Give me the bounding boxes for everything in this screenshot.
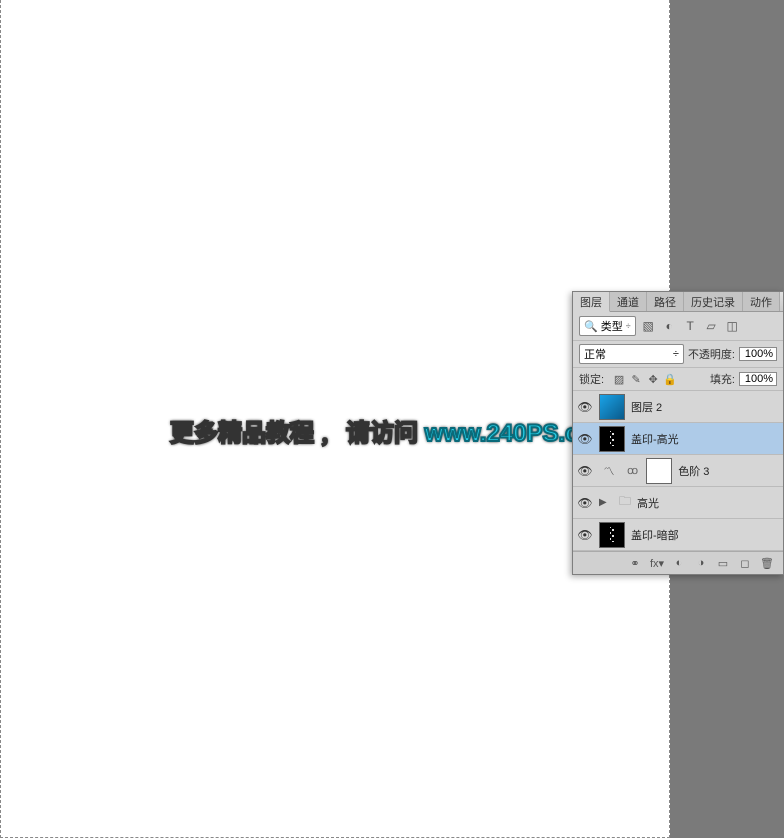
opacity-label: 不透明度: (688, 346, 735, 362)
new-layer-button[interactable]: ◻ (735, 555, 755, 571)
expand-group-icon[interactable]: ▶ (599, 497, 611, 508)
levels-adjustment-icon: 〽 (599, 461, 619, 481)
layers-panel: 图层 通道 路径 历史记录 动作 🔍 类型 ÷ ▧ ◐ T ▱ ◫ 正常 ÷ 不… (572, 291, 784, 575)
layer-group-row[interactable]: 👁 ▶ 🗀 高光 (573, 487, 783, 519)
filter-shape-icon[interactable]: ▱ (703, 318, 720, 335)
layer-name[interactable]: 盖印-暗部 (631, 527, 679, 543)
visibility-toggle[interactable]: 👁 (577, 464, 593, 478)
lock-position-icon[interactable]: ✥ (646, 372, 660, 386)
visibility-toggle[interactable]: 👁 (577, 528, 593, 542)
chevron-down-icon: ÷ (626, 321, 631, 331)
visibility-toggle[interactable]: 👁 (577, 432, 593, 446)
new-adjustment-button[interactable]: ◑ (691, 555, 711, 571)
chevron-down-icon: ÷ (673, 348, 679, 360)
layer-row[interactable]: 👁 图层 2 (573, 391, 783, 423)
filter-adjustment-icon[interactable]: ◐ (661, 318, 678, 335)
lock-pixels-icon[interactable]: ✎ (629, 372, 643, 386)
filter-pixel-icon[interactable]: ▧ (640, 318, 657, 335)
panel-tabs: 图层 通道 路径 历史记录 动作 (573, 292, 783, 312)
lock-label: 锁定: (579, 371, 604, 387)
visibility-toggle[interactable]: 👁 (577, 400, 593, 414)
link-icon: ꝏ (627, 464, 638, 477)
document-canvas[interactable] (0, 0, 670, 838)
tab-layers[interactable]: 图层 (573, 292, 610, 312)
layers-list: 👁 图层 2 👁 盖印-高光 👁 〽 ꝏ 色阶 3 👁 ▶ 🗀 高光 👁 盖印-… (573, 391, 783, 551)
layer-filter-row: 🔍 类型 ÷ ▧ ◐ T ▱ ◫ (573, 312, 783, 341)
layer-thumbnail[interactable] (599, 426, 625, 452)
layers-panel-footer: ⚭ fx▾ ◐ ◑ ▭ ◻ 🗑 (573, 551, 783, 574)
tab-actions[interactable]: 动作 (743, 292, 780, 311)
lock-icons: ▨ ✎ ✥ 🔒 (612, 372, 677, 386)
add-mask-button[interactable]: ◐ (669, 555, 689, 571)
folder-icon: 🗀 (619, 492, 631, 513)
layer-thumbnail[interactable] (599, 394, 625, 420)
opacity-value[interactable]: 100% (739, 347, 777, 361)
tab-channels[interactable]: 通道 (610, 292, 647, 311)
delete-layer-button[interactable]: 🗑 (757, 555, 777, 571)
tab-paths[interactable]: 路径 (647, 292, 684, 311)
filter-kind-label: 类型 (601, 318, 623, 334)
fill-value[interactable]: 100% (739, 372, 777, 386)
layer-name[interactable]: 色阶 3 (678, 463, 709, 479)
filter-type-icon[interactable]: T (682, 318, 699, 335)
link-layers-button[interactable]: ⚭ (625, 555, 645, 571)
filter-kind-dropdown[interactable]: 🔍 类型 ÷ (579, 316, 636, 336)
layer-style-button[interactable]: fx▾ (647, 555, 667, 571)
visibility-toggle[interactable]: 👁 (577, 496, 593, 510)
layer-row[interactable]: 👁 盖印-高光 (573, 423, 783, 455)
layer-name[interactable]: 图层 2 (631, 399, 662, 415)
new-group-button[interactable]: ▭ (713, 555, 733, 571)
lock-all-icon[interactable]: 🔒 (663, 372, 677, 386)
layer-row[interactable]: 👁 〽 ꝏ 色阶 3 (573, 455, 783, 487)
lock-row: 锁定: ▨ ✎ ✥ 🔒 填充: 100% (573, 368, 783, 391)
tab-history[interactable]: 历史记录 (684, 292, 743, 311)
search-icon: 🔍 (584, 320, 598, 333)
layer-mask-thumbnail[interactable] (646, 458, 672, 484)
lock-transparency-icon[interactable]: ▨ (612, 372, 626, 386)
fill-label: 填充: (710, 371, 735, 387)
blend-mode-value: 正常 (584, 346, 606, 362)
blend-mode-row: 正常 ÷ 不透明度: 100% (573, 341, 783, 368)
layer-name[interactable]: 盖印-高光 (631, 431, 679, 447)
layer-row[interactable]: 👁 盖印-暗部 (573, 519, 783, 551)
filter-smart-icon[interactable]: ◫ (724, 318, 741, 335)
blend-mode-dropdown[interactable]: 正常 ÷ (579, 344, 684, 364)
layer-name[interactable]: 高光 (637, 495, 659, 511)
layer-thumbnail[interactable] (599, 522, 625, 548)
